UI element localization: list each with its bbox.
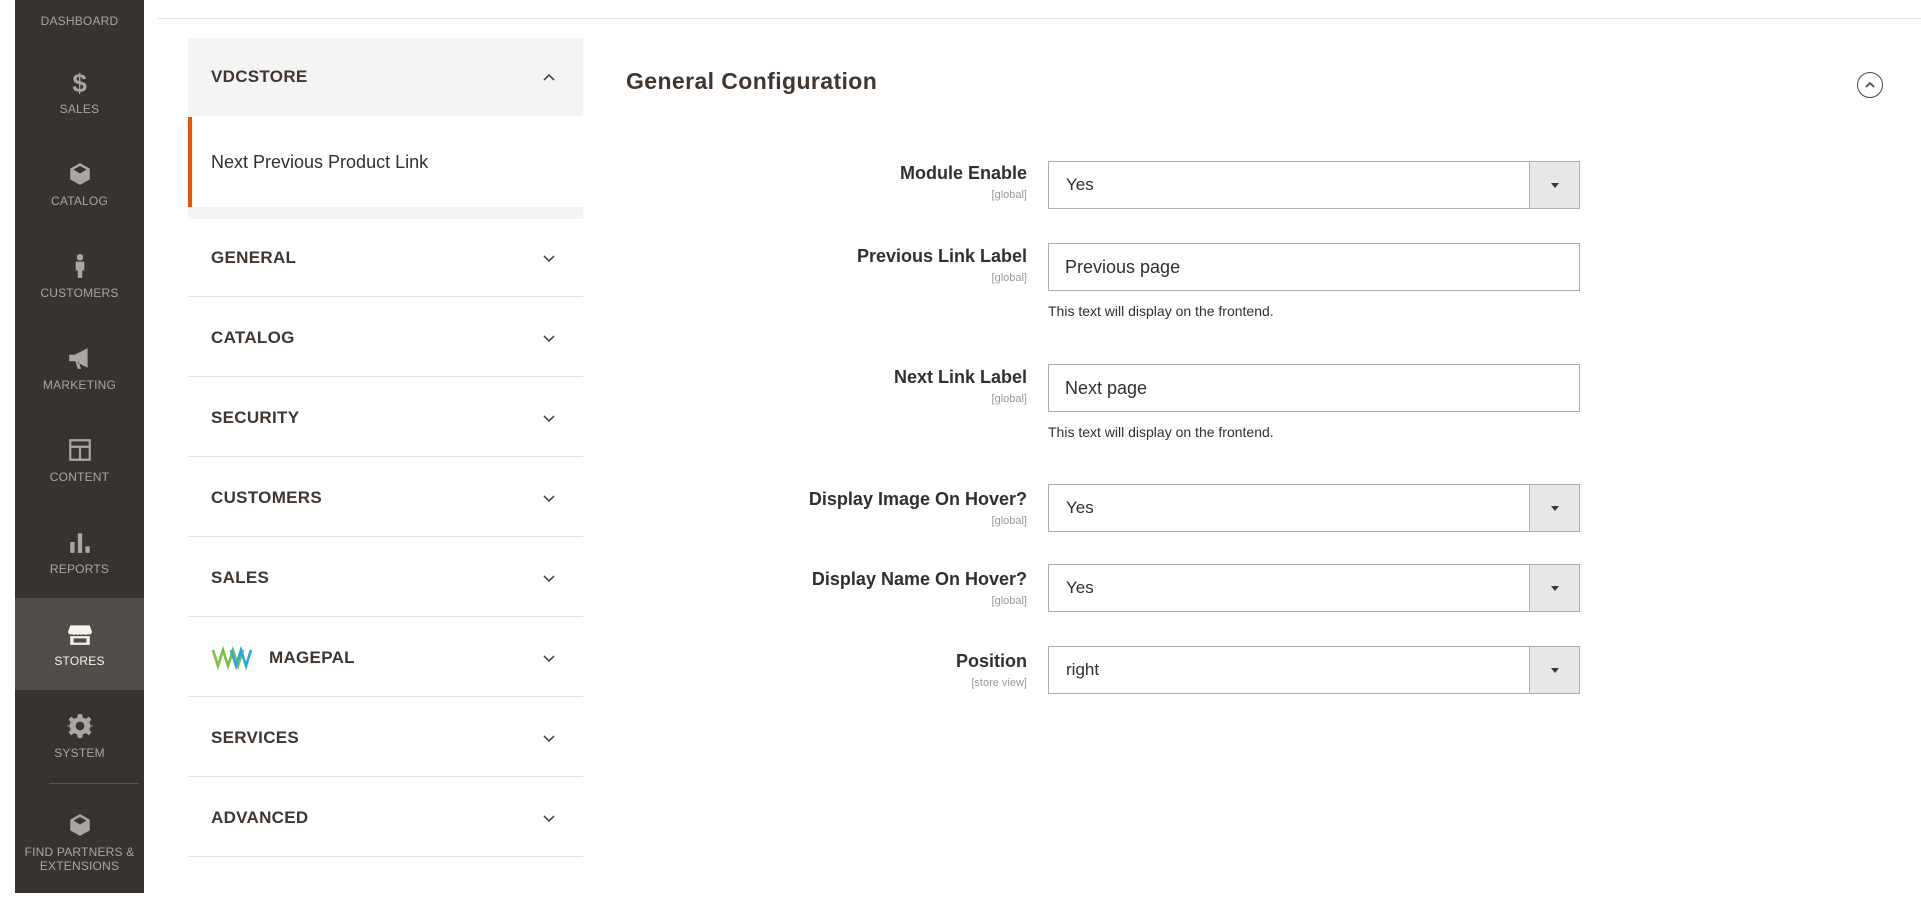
select-value: Yes xyxy=(1066,578,1094,597)
select-value: right xyxy=(1066,660,1100,679)
chevron-down-icon xyxy=(542,731,556,745)
box-icon xyxy=(66,160,94,188)
field-label-position: Position xyxy=(956,651,1027,671)
nav-label-customers: CUSTOMERS xyxy=(40,286,119,300)
nav-label-dashboard: DASHBOARD xyxy=(40,14,119,28)
select-value: Yes xyxy=(1066,175,1094,194)
chevron-up-icon xyxy=(542,70,556,84)
nav-item-find-partners[interactable]: FIND PARTNERS & EXTENSIONS xyxy=(15,792,144,892)
field-scope: [global] xyxy=(991,595,1027,607)
tab-item-next-previous-product-link[interactable]: Next Previous Product Link xyxy=(188,117,583,207)
select-value: Yes xyxy=(1066,498,1094,517)
bar-chart-icon xyxy=(66,528,94,556)
nav-item-dashboard[interactable]: DASHBOARD xyxy=(15,0,144,36)
chevron-down-icon xyxy=(542,571,556,585)
tab-item-label: Next Previous Product Link xyxy=(211,151,429,172)
megaphone-icon xyxy=(66,344,94,372)
nav-label-find-partners: FIND PARTNERS & EXTENSIONS xyxy=(24,845,135,873)
tab-title-advanced: ADVANCED xyxy=(211,807,309,827)
field-label-display-name: Display Name On Hover? xyxy=(811,569,1027,589)
nav-label-catalog: CATALOG xyxy=(51,194,108,208)
chevron-down-icon xyxy=(542,331,556,345)
field-note: This text will display on the frontend. xyxy=(1048,303,1274,319)
nav-item-reports[interactable]: REPORTS xyxy=(15,506,144,598)
dropdown-arrow-icon[interactable] xyxy=(1529,647,1579,693)
tab-title-vdcstore: VDCSTORE xyxy=(211,67,308,86)
magepal-label: MAGEPAL xyxy=(269,647,355,667)
nav-label-stores: STORES xyxy=(54,654,105,668)
tab-group-advanced[interactable]: ADVANCED xyxy=(188,779,583,857)
header-divider xyxy=(158,18,1921,19)
tab-title-services: SERVICES xyxy=(211,727,300,747)
left-gutter xyxy=(0,0,15,903)
nav-label-marketing: MARKETING xyxy=(42,378,117,392)
display-name-select[interactable]: Yes xyxy=(1048,564,1580,612)
field-scope: [global] xyxy=(991,189,1027,201)
tab-title-sales: SALES xyxy=(211,567,270,587)
tab-group-security[interactable]: SECURITY xyxy=(188,379,583,457)
tab-title-magepal: MAGEPAL xyxy=(211,645,355,670)
svg-text:$: $ xyxy=(72,69,87,95)
nav-label-system: SYSTEM xyxy=(54,746,105,760)
field-scope: [global] xyxy=(991,515,1027,527)
nav-label-content: CONTENT xyxy=(49,470,110,484)
nav-item-sales[interactable]: $ SALES xyxy=(15,46,144,138)
field-label-display-image: Display Image On Hover? xyxy=(808,489,1027,509)
person-icon xyxy=(66,252,94,280)
tab-title-security: SECURITY xyxy=(211,407,300,427)
dropdown-arrow-icon[interactable] xyxy=(1529,485,1579,531)
magepal-logo xyxy=(211,645,253,670)
admin-nav: DASHBOARD $ SALES CATALOG CUSTOMERS MARK… xyxy=(15,0,144,893)
nav-item-system[interactable]: SYSTEM xyxy=(15,690,144,782)
layout-icon xyxy=(66,436,94,464)
tab-group-customers[interactable]: CUSTOMERS xyxy=(188,459,583,537)
tab-group-catalog[interactable]: CATALOG xyxy=(188,299,583,377)
field-label-previous-link: Previous Link Label xyxy=(856,246,1027,266)
chevron-down-icon xyxy=(542,411,556,425)
tab-title-general: GENERAL xyxy=(211,247,297,267)
nav-item-catalog[interactable]: CATALOG xyxy=(15,138,144,230)
nav-item-marketing[interactable]: MARKETING xyxy=(15,322,144,414)
dropdown-arrow-icon[interactable] xyxy=(1529,162,1579,208)
chevron-down-icon xyxy=(542,491,556,505)
dollar-icon: $ xyxy=(66,68,94,96)
nav-item-content[interactable]: CONTENT xyxy=(15,414,144,506)
field-scope: [global] xyxy=(991,272,1027,284)
display-image-select[interactable]: Yes xyxy=(1048,484,1580,532)
tab-group-sales[interactable]: SALES xyxy=(188,539,583,617)
field-label-next-link: Next Link Label xyxy=(893,367,1027,387)
dropdown-arrow-icon[interactable] xyxy=(1529,565,1579,611)
nav-label-reports: REPORTS xyxy=(49,562,110,576)
chevron-down-icon xyxy=(542,251,556,265)
nav-item-stores[interactable]: STORES xyxy=(15,598,144,690)
chevron-down-icon xyxy=(542,811,556,825)
field-label-module-enable: Module Enable xyxy=(899,163,1027,183)
tab-group-general[interactable]: GENERAL xyxy=(188,219,583,297)
box-icon xyxy=(66,811,94,839)
tab-gap xyxy=(188,207,583,219)
tab-title-catalog: CATALOG xyxy=(211,327,295,347)
position-select[interactable]: right xyxy=(1048,646,1580,694)
previous-link-label-input[interactable] xyxy=(1048,243,1580,291)
field-scope: [store view] xyxy=(971,677,1027,689)
tab-title-customers: CUSTOMERS xyxy=(211,487,323,507)
nav-label-sales: SALES xyxy=(59,102,100,116)
config-tabs: VDCSTORE Next Previous Product Link GENE… xyxy=(188,38,583,875)
tab-group-vdcstore[interactable]: VDCSTORE xyxy=(188,38,583,116)
tab-group-magepal[interactable]: MAGEPAL xyxy=(188,619,583,697)
storefront-icon xyxy=(66,620,94,648)
collapse-icon[interactable] xyxy=(1857,72,1883,98)
nav-divider xyxy=(49,783,139,784)
section-title[interactable]: General Configuration xyxy=(626,68,877,95)
nav-item-customers[interactable]: CUSTOMERS xyxy=(15,230,144,322)
tab-group-services[interactable]: SERVICES xyxy=(188,699,583,777)
module-enable-select[interactable]: Yes xyxy=(1048,161,1580,209)
chevron-down-icon xyxy=(542,651,556,665)
field-note: This text will display on the frontend. xyxy=(1048,424,1274,440)
next-link-label-input[interactable] xyxy=(1048,364,1580,412)
field-scope: [global] xyxy=(991,393,1027,405)
gear-icon xyxy=(66,712,94,740)
